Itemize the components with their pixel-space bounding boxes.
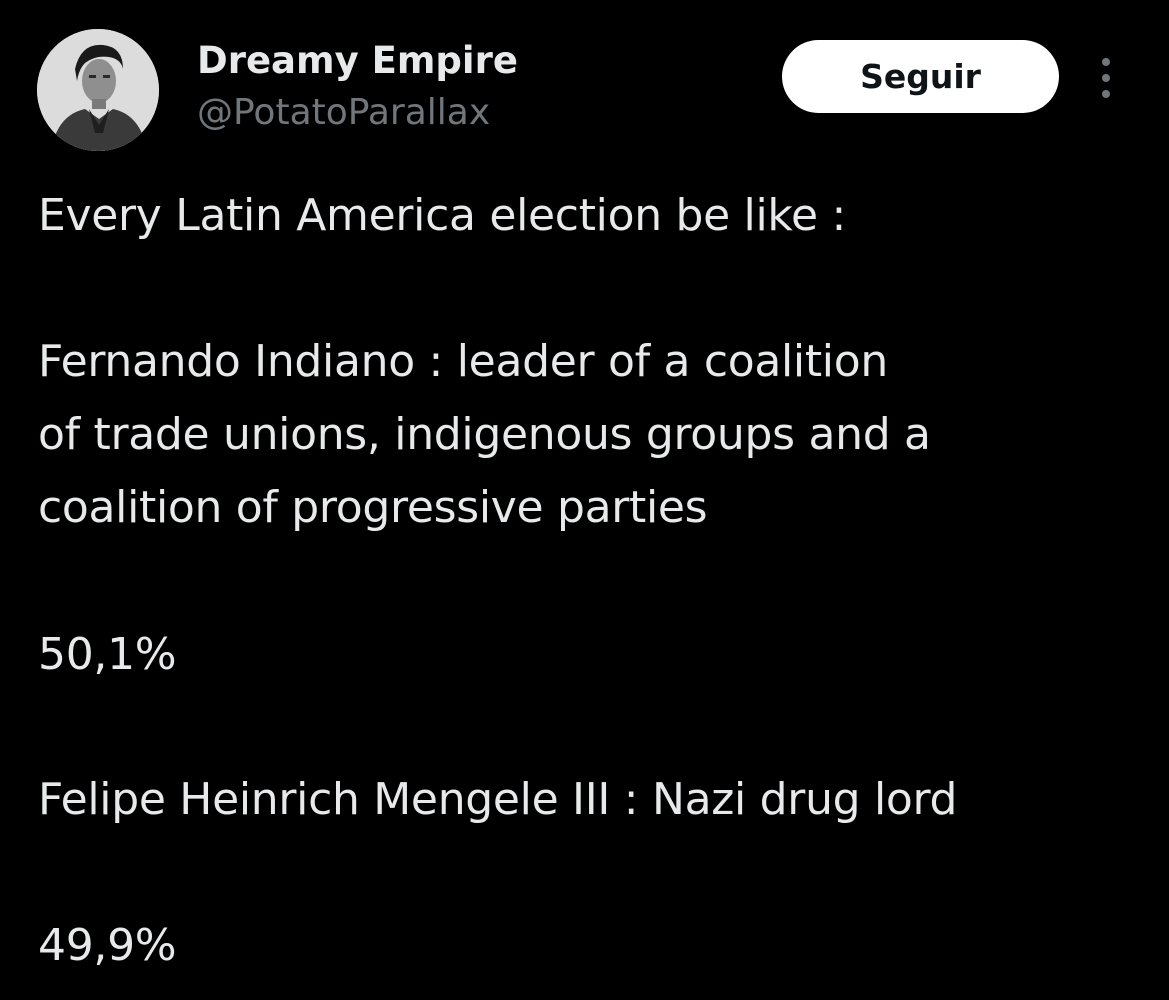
candidate-1-line-2: of trade unions, indigenous groups and a [38, 409, 931, 460]
tweet: Dreamy Empire @PotatoParallax Seguir Eve… [0, 0, 1169, 1000]
more-options-icon[interactable] [1092, 56, 1122, 100]
author-display-name[interactable]: Dreamy Empire [197, 38, 518, 84]
candidate-1-result: 50,1% [38, 629, 177, 680]
profile-photo-icon [37, 29, 159, 151]
candidate-1-line-3: coalition of progressive parties [38, 482, 708, 533]
follow-button[interactable]: Seguir [782, 40, 1059, 113]
candidate-2-result: 49,9% [38, 920, 177, 971]
author-handle[interactable]: @PotatoParallax [197, 90, 490, 136]
candidate-1-line-1: Fernando Indiano : leader of a coalition [38, 336, 888, 387]
tweet-intro: Every Latin America election be like : [38, 190, 846, 241]
avatar[interactable] [37, 29, 159, 151]
candidate-2-line-1: Felipe Heinrich Mengele III : Nazi drug … [38, 774, 958, 825]
